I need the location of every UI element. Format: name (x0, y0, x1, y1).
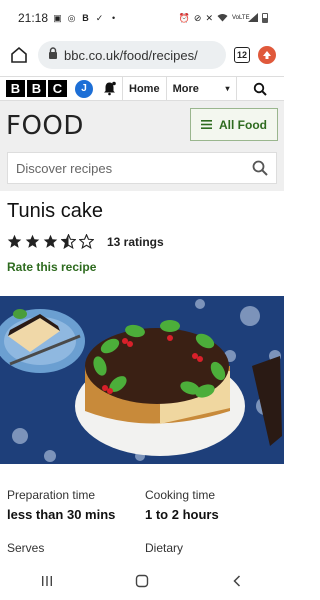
back-icon (233, 575, 240, 587)
bbc-logo-letter: B (27, 80, 46, 97)
food-section-header: FOOD All Food Discover recipes (0, 101, 284, 191)
rate-recipe-link[interactable]: Rate this recipe (7, 260, 96, 274)
lock-icon (48, 46, 58, 64)
home-nav-icon (135, 574, 149, 588)
star-rating[interactable]: 13 ratings (7, 234, 164, 249)
serves-label: Serves (7, 541, 45, 555)
nav-home-link[interactable]: Home (123, 76, 167, 101)
silent-icon: ⊘ (193, 12, 202, 23)
tab-switcher-button[interactable]: 12 (234, 47, 250, 63)
home-icon[interactable] (8, 44, 30, 66)
food-logo[interactable]: FOOD (6, 111, 84, 141)
browser-menu-icon[interactable] (258, 46, 276, 64)
account-avatar[interactable]: J (75, 79, 93, 98)
address-bar[interactable]: bbc.co.uk/food/recipes/ (38, 41, 226, 69)
dietary-label: Dietary (145, 541, 184, 555)
caret-down-icon: ▾ (225, 84, 230, 93)
cook-time-block: Cooking time 1 to 2 hours (145, 488, 219, 522)
star-full-icon (25, 234, 40, 248)
status-time: 21:18 (18, 11, 49, 25)
all-food-button[interactable]: All Food (190, 108, 278, 141)
cook-time-value: 1 to 2 hours (145, 507, 219, 522)
recipe-hero-image (0, 296, 284, 464)
notifications-bell-icon[interactable] (97, 76, 123, 101)
bold-b-icon: B (82, 12, 89, 23)
prep-time-value: less than 30 mins (7, 507, 116, 522)
star-half-icon (61, 234, 76, 249)
search-icon (252, 160, 268, 176)
star-full-icon (43, 234, 58, 248)
home-nav-button[interactable] (122, 566, 162, 596)
mute-icon: ✕ (205, 12, 213, 23)
browser-toolbar: bbc.co.uk/food/recipes/ 12 (0, 36, 284, 74)
status-bar: 21:18 ▣ ◎ B ✓ • ⏰ ⊘ ✕ VoLTE (0, 0, 284, 36)
whatsapp-icon: ◎ (67, 12, 76, 23)
nav-more-dropdown[interactable]: More ▾ (167, 76, 237, 101)
bbc-search-button[interactable] (237, 77, 284, 101)
recents-icon (42, 576, 53, 586)
recipe-search-placeholder: Discover recipes (16, 160, 113, 176)
alarm-icon: ⏰ (178, 12, 190, 23)
star-empty-icon (79, 234, 94, 249)
bbc-logo-letter: C (48, 80, 67, 97)
bbc-logo-letter: B (6, 80, 25, 97)
cook-time-label: Cooking time (145, 488, 216, 502)
prep-time-label: Preparation time (7, 488, 96, 502)
ratings-count: 13 ratings (107, 234, 164, 249)
back-button[interactable] (217, 566, 257, 596)
recipe-search-input[interactable]: Discover recipes (7, 152, 277, 184)
recipe-title: Tunis cake (7, 200, 103, 222)
star-full-icon (7, 234, 22, 248)
search-icon (254, 82, 267, 96)
all-food-label: All Food (219, 117, 267, 132)
nav-more-label: More (172, 82, 199, 95)
wifi-icon (217, 13, 228, 24)
url-text: bbc.co.uk/food/recipes/ (64, 47, 198, 63)
download-done-icon: ✓ (95, 12, 104, 23)
recents-button[interactable] (27, 566, 67, 596)
notification-icon: ▣ (53, 12, 62, 23)
bbc-header: B B C J Home More ▾ (0, 76, 284, 101)
bbc-logo[interactable]: B B C (0, 80, 73, 97)
signal-icon (248, 12, 258, 24)
dot-icon: • (111, 12, 116, 23)
android-nav-bar (0, 562, 284, 600)
network-label: VoLTE (232, 15, 250, 21)
battery-icon (262, 13, 268, 23)
prep-time-block: Preparation time less than 30 mins (7, 488, 115, 522)
menu-icon (201, 118, 212, 132)
